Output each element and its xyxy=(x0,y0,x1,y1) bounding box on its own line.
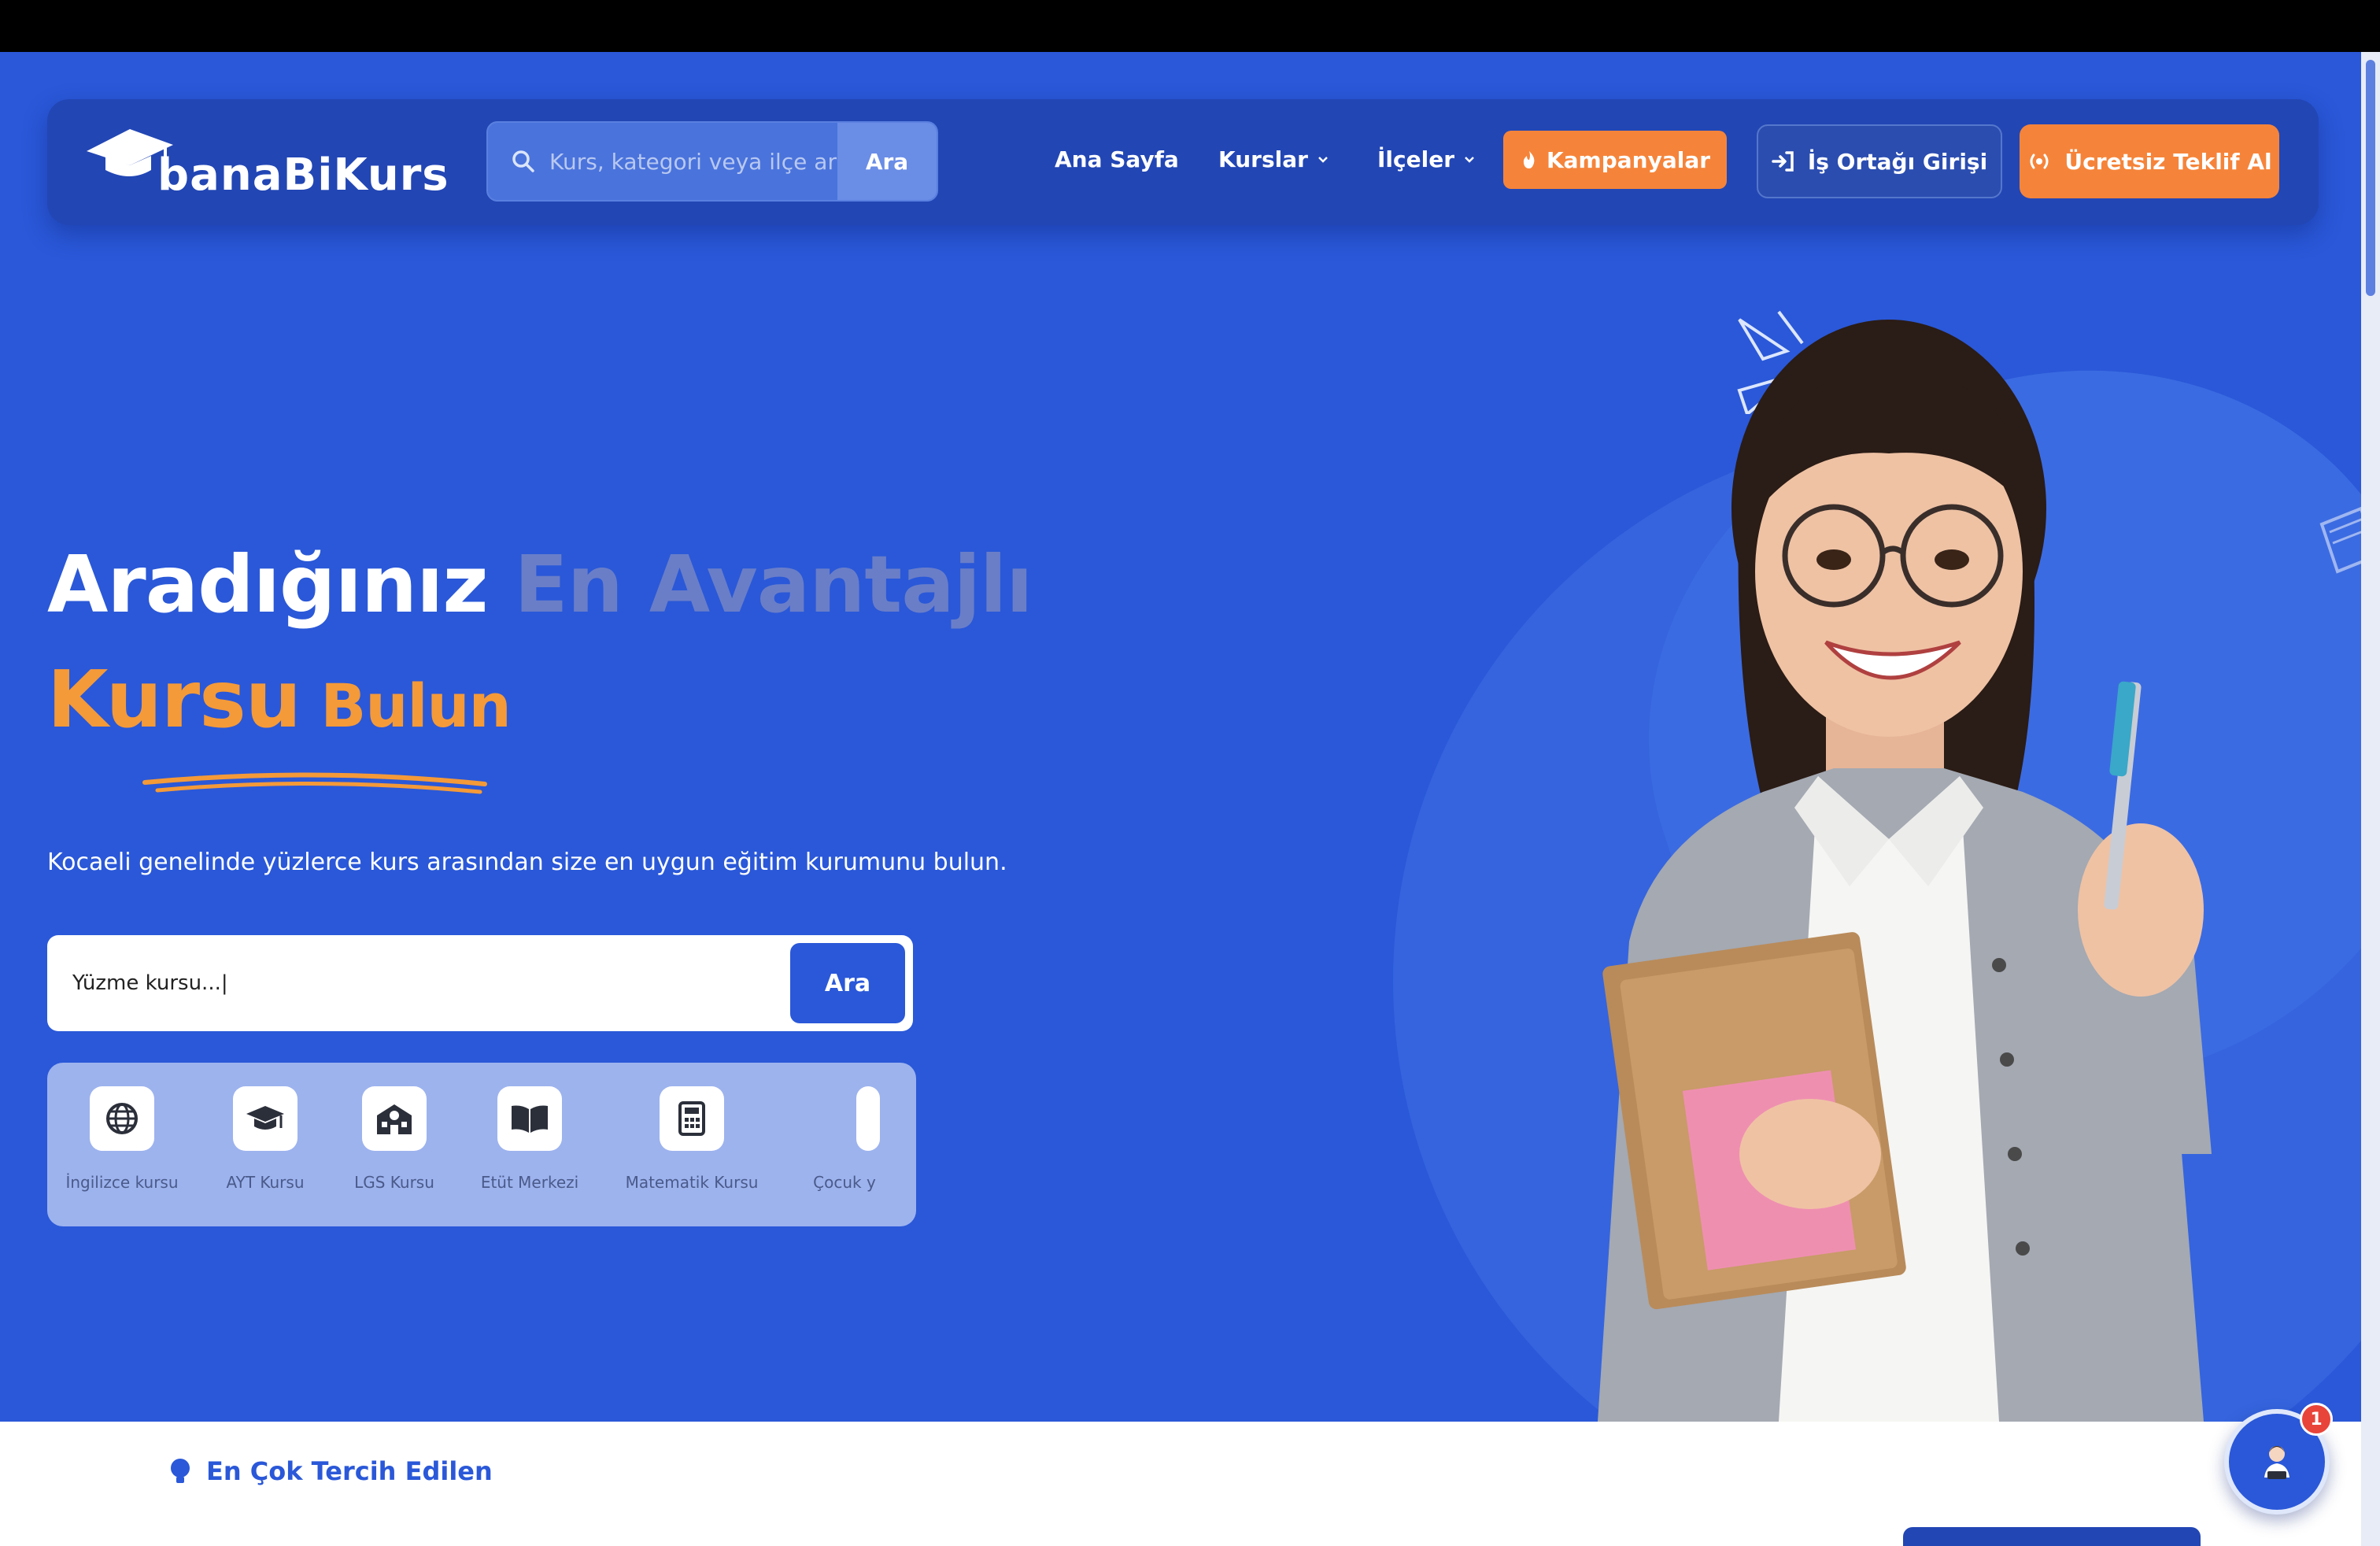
nav-search-input[interactable] xyxy=(549,123,848,200)
most-preferred-section: En Çok Tercih Edilen xyxy=(0,1422,2361,1546)
popular-categories-panel: İngilizce kursu AYT Kursu LGS Kursu Etüt… xyxy=(47,1063,916,1226)
campaigns-label: Kampanyalar xyxy=(1546,146,1711,173)
partner-login-label: İş Ortağı Girişi xyxy=(1807,148,1988,175)
hero-search-button[interactable]: Ara xyxy=(790,943,905,1023)
student-woman-illustration xyxy=(1598,320,2212,1422)
lightbulb-icon xyxy=(171,1459,190,1483)
book-open-icon xyxy=(512,1105,548,1133)
category-label: Etüt Merkezi xyxy=(480,1173,579,1192)
calculator-icon xyxy=(678,1101,705,1136)
category-item-ayt[interactable]: AYT Kursu xyxy=(190,1086,340,1192)
logo-text: banaBiKurs xyxy=(157,150,449,201)
hero-headline-line-1: Aradığınız En Avantajlı xyxy=(47,538,1033,631)
hero-search-bar: Ara xyxy=(47,935,913,1031)
scrollbar-thumb[interactable] xyxy=(2366,60,2375,296)
category-icon-box xyxy=(856,1086,880,1151)
category-label: LGS Kursu xyxy=(354,1173,434,1192)
section-action-button[interactable] xyxy=(1903,1527,2201,1546)
category-item-english[interactable]: İngilizce kursu xyxy=(47,1086,197,1192)
nav-search-bar: Ara xyxy=(486,121,938,202)
headline-muted-text: En Avantajlı xyxy=(514,538,1033,631)
chevron-down-icon xyxy=(1465,156,1474,163)
category-icon-box xyxy=(660,1086,724,1151)
hero-section: banaBiKurs Ara Ana Sayfa Kurslar İlçeler xyxy=(0,52,2380,1422)
assistant-avatar-icon xyxy=(2264,1446,2289,1479)
category-label: İngilizce kursu xyxy=(65,1173,179,1192)
hero-search-input[interactable] xyxy=(72,959,781,1008)
headline-underline-decoration xyxy=(142,772,487,794)
category-item-math[interactable]: Matematik Kursu xyxy=(617,1086,767,1192)
notification-badge: 1 xyxy=(2300,1403,2333,1436)
headline-small-text: Bulun xyxy=(300,671,511,741)
page-scrollbar[interactable] xyxy=(2361,52,2380,1546)
headline-highlight-text: Kursu xyxy=(47,653,301,745)
main-navbar: banaBiKurs Ara Ana Sayfa Kurslar İlçeler xyxy=(47,99,2319,225)
category-item-lgs[interactable]: LGS Kursu xyxy=(320,1086,469,1192)
category-item-study-center[interactable]: Etüt Merkezi xyxy=(455,1086,604,1192)
nav-link-label: Kurslar xyxy=(1218,146,1308,172)
nav-link-districts[interactable]: İlçeler xyxy=(1377,146,1475,172)
partner-login-button[interactable]: İş Ortağı Girişi xyxy=(1757,124,2002,198)
sign-in-icon xyxy=(1772,151,1794,172)
section-tag-label: En Çok Tercih Edilen xyxy=(206,1456,493,1486)
search-icon xyxy=(512,150,534,172)
graduation-cap-icon xyxy=(246,1106,284,1130)
school-icon xyxy=(377,1104,412,1134)
site-logo[interactable]: banaBiKurs xyxy=(82,121,449,208)
free-offer-label: Ücretsiz Teklif Al xyxy=(2064,148,2272,175)
category-icon-box xyxy=(497,1086,562,1151)
browser-top-bar xyxy=(0,0,2380,52)
category-icon-box xyxy=(90,1086,154,1151)
nav-search-button[interactable]: Ara xyxy=(837,123,937,200)
section-tag: En Çok Tercih Edilen xyxy=(168,1456,493,1486)
hero-subtitle: Kocaeli genelinde yüzlerce kurs arasında… xyxy=(47,849,1007,876)
hero-headline-line-2: Kursu Bulun xyxy=(47,653,512,745)
broadcast-icon xyxy=(2030,153,2049,169)
globe-icon xyxy=(106,1103,138,1134)
category-label: Çocuk y xyxy=(813,1173,876,1192)
nav-link-label: Ana Sayfa xyxy=(1055,146,1179,172)
nav-link-courses[interactable]: Kurslar xyxy=(1218,146,1329,172)
campaigns-button[interactable]: Kampanyalar xyxy=(1503,131,1727,189)
nav-link-home[interactable]: Ana Sayfa xyxy=(1055,146,1179,172)
category-icon-box xyxy=(362,1086,427,1151)
category-label: Matematik Kursu xyxy=(625,1173,759,1192)
category-item-partial[interactable]: Çocuk y xyxy=(770,1086,916,1192)
nav-link-label: İlçeler xyxy=(1377,146,1454,172)
chevron-down-icon xyxy=(1318,156,1328,163)
free-offer-button[interactable]: Ücretsiz Teklif Al xyxy=(2020,124,2279,198)
fire-icon xyxy=(1523,151,1535,168)
category-label: AYT Kursu xyxy=(226,1173,305,1192)
headline-text: Aradığınız xyxy=(47,538,515,631)
category-icon-box xyxy=(233,1086,298,1151)
